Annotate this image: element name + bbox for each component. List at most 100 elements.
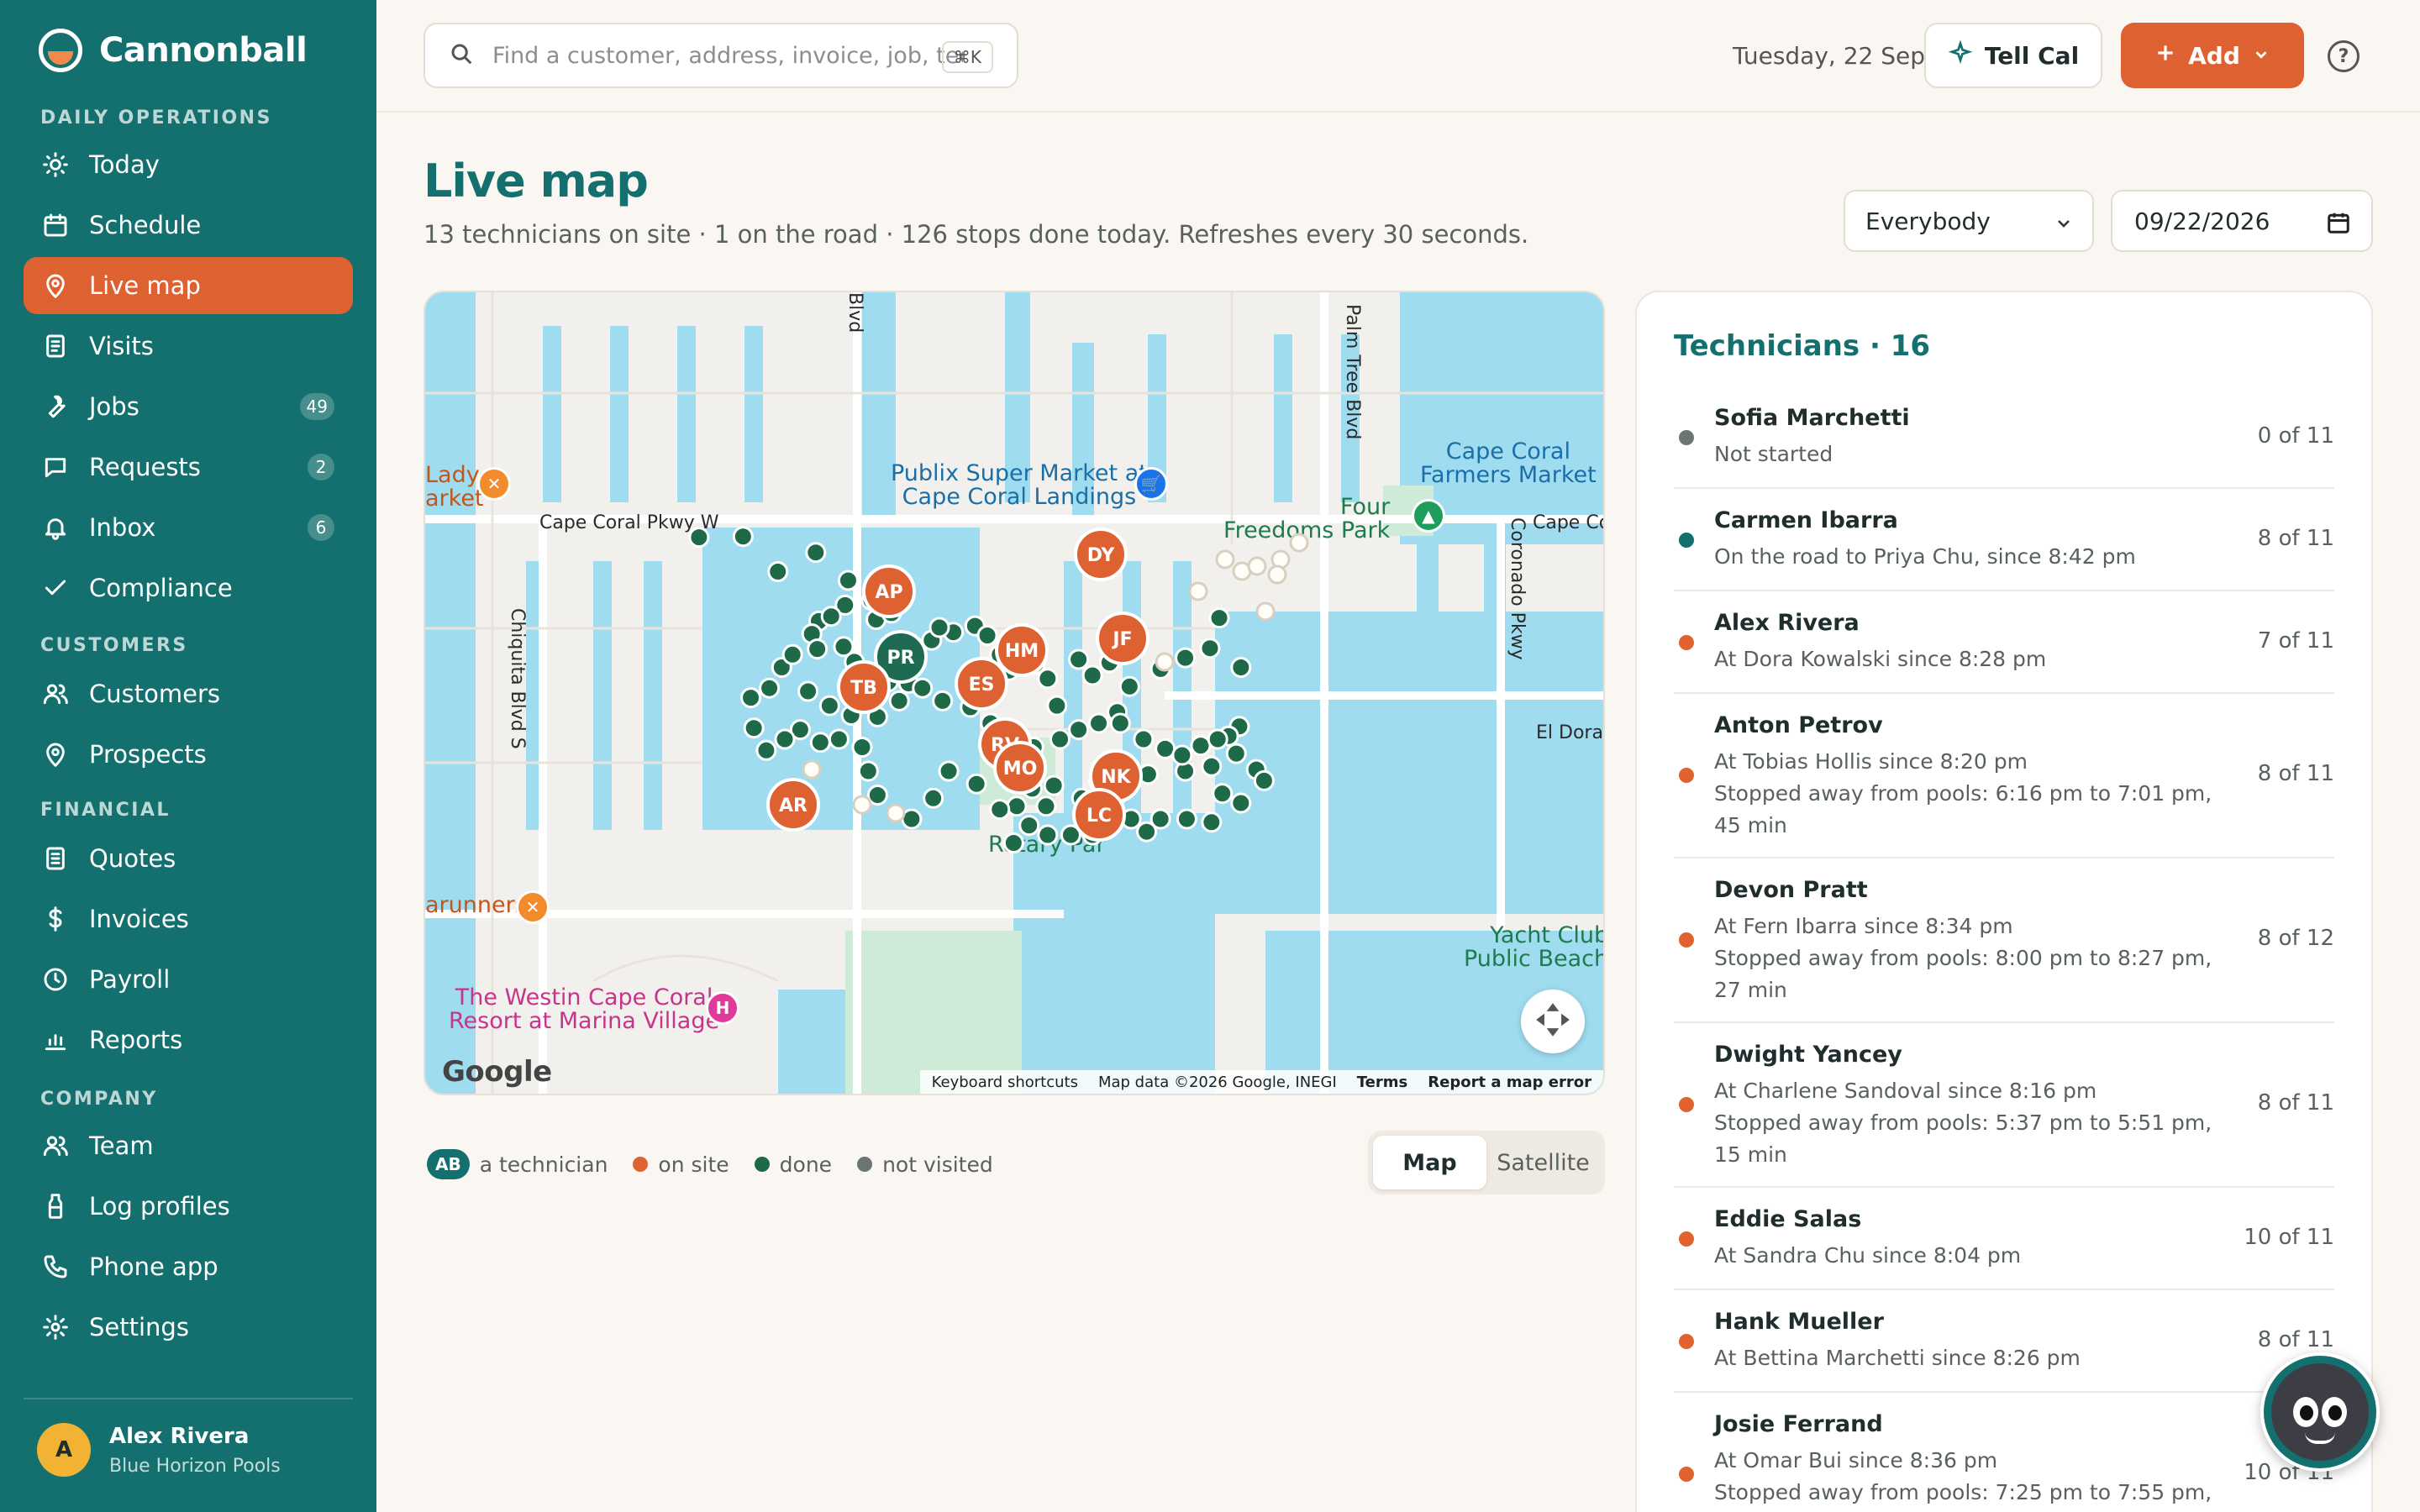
stop-marker-done[interactable] [828, 728, 850, 750]
technician-marker[interactable]: LC [1072, 788, 1126, 842]
technician-row[interactable]: Dwight Yancey At Charlene Sandoval since… [1674, 1023, 2334, 1188]
technician-marker[interactable]: AR [766, 778, 820, 832]
stop-marker-done[interactable] [755, 739, 777, 761]
technician-marker[interactable]: MO [993, 741, 1047, 795]
stop-marker-done[interactable] [851, 737, 873, 758]
stop-marker-done[interactable] [1253, 769, 1275, 791]
stop-marker-done[interactable] [989, 799, 1011, 821]
stop-marker-done[interactable] [929, 617, 950, 638]
stop-marker-done[interactable] [818, 695, 840, 717]
sidebar-item-customers[interactable]: Customers [24, 665, 353, 722]
stop-marker-done[interactable] [820, 606, 842, 627]
technician-row[interactable]: Devon Pratt At Fern Ibarra since 8:34 pm… [1674, 858, 2334, 1023]
stop-marker-done[interactable] [1006, 795, 1028, 817]
technician-marker[interactable]: AP [862, 564, 916, 618]
technician-row[interactable]: Eddie Salas At Sandra Chu since 8:04 pm … [1674, 1188, 2334, 1290]
stop-marker-done[interactable] [1046, 695, 1068, 717]
stop-marker-done[interactable] [1081, 664, 1103, 686]
stop-marker-done[interactable] [1043, 774, 1065, 796]
stop-marker-done[interactable] [759, 677, 781, 699]
sidebar-item-payroll[interactable]: Payroll [24, 951, 353, 1008]
stop-marker-done[interactable] [781, 643, 803, 665]
search-input[interactable] [492, 42, 963, 69]
stop-marker-not-visited[interactable] [1215, 549, 1235, 570]
tell-cal-button[interactable]: Tell Cal [1924, 23, 2102, 88]
sidebar-item-phone-app[interactable]: Phone app [24, 1238, 353, 1295]
sidebar-item-compliance[interactable]: Compliance [24, 559, 353, 617]
brand[interactable]: Cannonball [39, 29, 308, 72]
technician-marker[interactable]: HM [995, 623, 1049, 677]
stop-marker-done[interactable] [1035, 795, 1057, 817]
stop-marker-done[interactable] [688, 527, 710, 549]
help-icon[interactable]: ? [2328, 40, 2360, 72]
user-menu[interactable]: A Alex Rivera Blue Horizon Pools [37, 1423, 281, 1477]
stop-marker-not-visited[interactable] [802, 759, 822, 780]
stop-marker-done[interactable] [1068, 719, 1090, 741]
stop-marker-done[interactable] [912, 677, 934, 699]
stop-marker-done[interactable] [740, 687, 762, 709]
stop-marker-done[interactable] [1109, 712, 1131, 734]
technician-row[interactable]: Alex Rivera At Dora Kowalski since 8:28 … [1674, 591, 2334, 694]
sidebar-item-today[interactable]: Today [24, 136, 353, 193]
technician-filter-select[interactable]: Everybody [1844, 190, 2094, 252]
sidebar-item-log-profiles[interactable]: Log profiles [24, 1178, 353, 1235]
stop-marker-done[interactable] [732, 526, 754, 548]
stop-marker-done[interactable] [1002, 832, 1024, 853]
stop-marker-done[interactable] [932, 690, 954, 711]
stop-marker-done[interactable] [976, 625, 998, 646]
fullscreen-button[interactable] [1521, 990, 1585, 1053]
map-view-button[interactable]: Map [1373, 1136, 1486, 1189]
stop-marker-done[interactable] [809, 732, 831, 753]
technician-row[interactable]: Josie Ferrand At Omar Bui since 8:36 pm … [1674, 1393, 2334, 1512]
stop-marker-not-visited[interactable] [1267, 564, 1287, 585]
sidebar-item-jobs[interactable]: Jobs 49 [24, 378, 353, 435]
stop-marker-done[interactable] [774, 728, 796, 750]
sidebar-item-invoices[interactable]: Invoices [24, 890, 353, 948]
stop-marker-done[interactable] [807, 638, 829, 660]
stop-marker-done[interactable] [965, 773, 987, 795]
stop-marker-done[interactable] [1199, 638, 1221, 659]
technician-row[interactable]: Anton Petrov At Tobias Hollis since 8:20… [1674, 694, 2334, 858]
stop-marker-done[interactable] [1133, 728, 1155, 750]
technician-marker[interactable]: ES [955, 657, 1008, 711]
sidebar-item-requests[interactable]: Requests 2 [24, 438, 353, 496]
sidebar-item-reports[interactable]: Reports [24, 1011, 353, 1068]
stop-marker-done[interactable] [1136, 821, 1158, 843]
stop-marker-not-visited[interactable] [1188, 581, 1208, 601]
stop-marker-not-visited[interactable] [1289, 533, 1309, 553]
search-box[interactable]: ⌘K [424, 23, 1018, 88]
stop-marker-done[interactable] [805, 542, 827, 564]
report-map-error-link[interactable]: Report a map error [1428, 1074, 1591, 1091]
stop-marker-not-visited[interactable] [1255, 601, 1276, 622]
stop-marker-done[interactable] [1018, 815, 1040, 837]
stop-marker-done[interactable] [1230, 657, 1252, 678]
add-button[interactable]: Add [2121, 23, 2304, 88]
stop-marker-done[interactable] [1225, 743, 1247, 764]
technician-row[interactable]: Sofia Marchetti Not started 0 of 11 [1674, 386, 2334, 489]
stop-marker-done[interactable] [1068, 648, 1090, 670]
stop-marker-done[interactable] [1088, 712, 1110, 734]
date-picker[interactable]: 09/22/2026 [2111, 190, 2373, 252]
stop-marker-done[interactable] [857, 760, 879, 782]
stop-marker-done[interactable] [1208, 607, 1230, 629]
sidebar-item-settings[interactable]: Settings [24, 1299, 353, 1356]
stop-marker-done[interactable] [1171, 744, 1193, 766]
sidebar-item-schedule[interactable]: Schedule [24, 197, 353, 254]
technician-marker[interactable]: TB [837, 660, 891, 714]
stop-marker-done[interactable] [1118, 675, 1140, 697]
sidebar-item-live-map[interactable]: Live map [24, 257, 353, 314]
technician-marker[interactable]: DY [1074, 528, 1128, 581]
sidebar-item-team[interactable]: Team [24, 1117, 353, 1174]
stop-marker-done[interactable] [1175, 647, 1197, 669]
stop-marker-done[interactable] [1230, 792, 1252, 814]
stop-marker-done[interactable] [837, 570, 859, 591]
stop-marker-not-visited[interactable] [852, 795, 872, 815]
stop-marker-done[interactable] [923, 787, 944, 809]
stop-marker-done[interactable] [1190, 735, 1212, 757]
stop-marker-done[interactable] [743, 717, 765, 739]
stop-marker-done[interactable] [1176, 808, 1197, 830]
keyboard-shortcuts-link[interactable]: Keyboard shortcuts [932, 1074, 1078, 1091]
stop-marker-done[interactable] [797, 680, 819, 702]
assistant-chat-button[interactable] [2260, 1352, 2380, 1472]
live-map[interactable]: Cape Coral Pkwy W Chiquita Blvd S Palm T… [424, 291, 1605, 1095]
